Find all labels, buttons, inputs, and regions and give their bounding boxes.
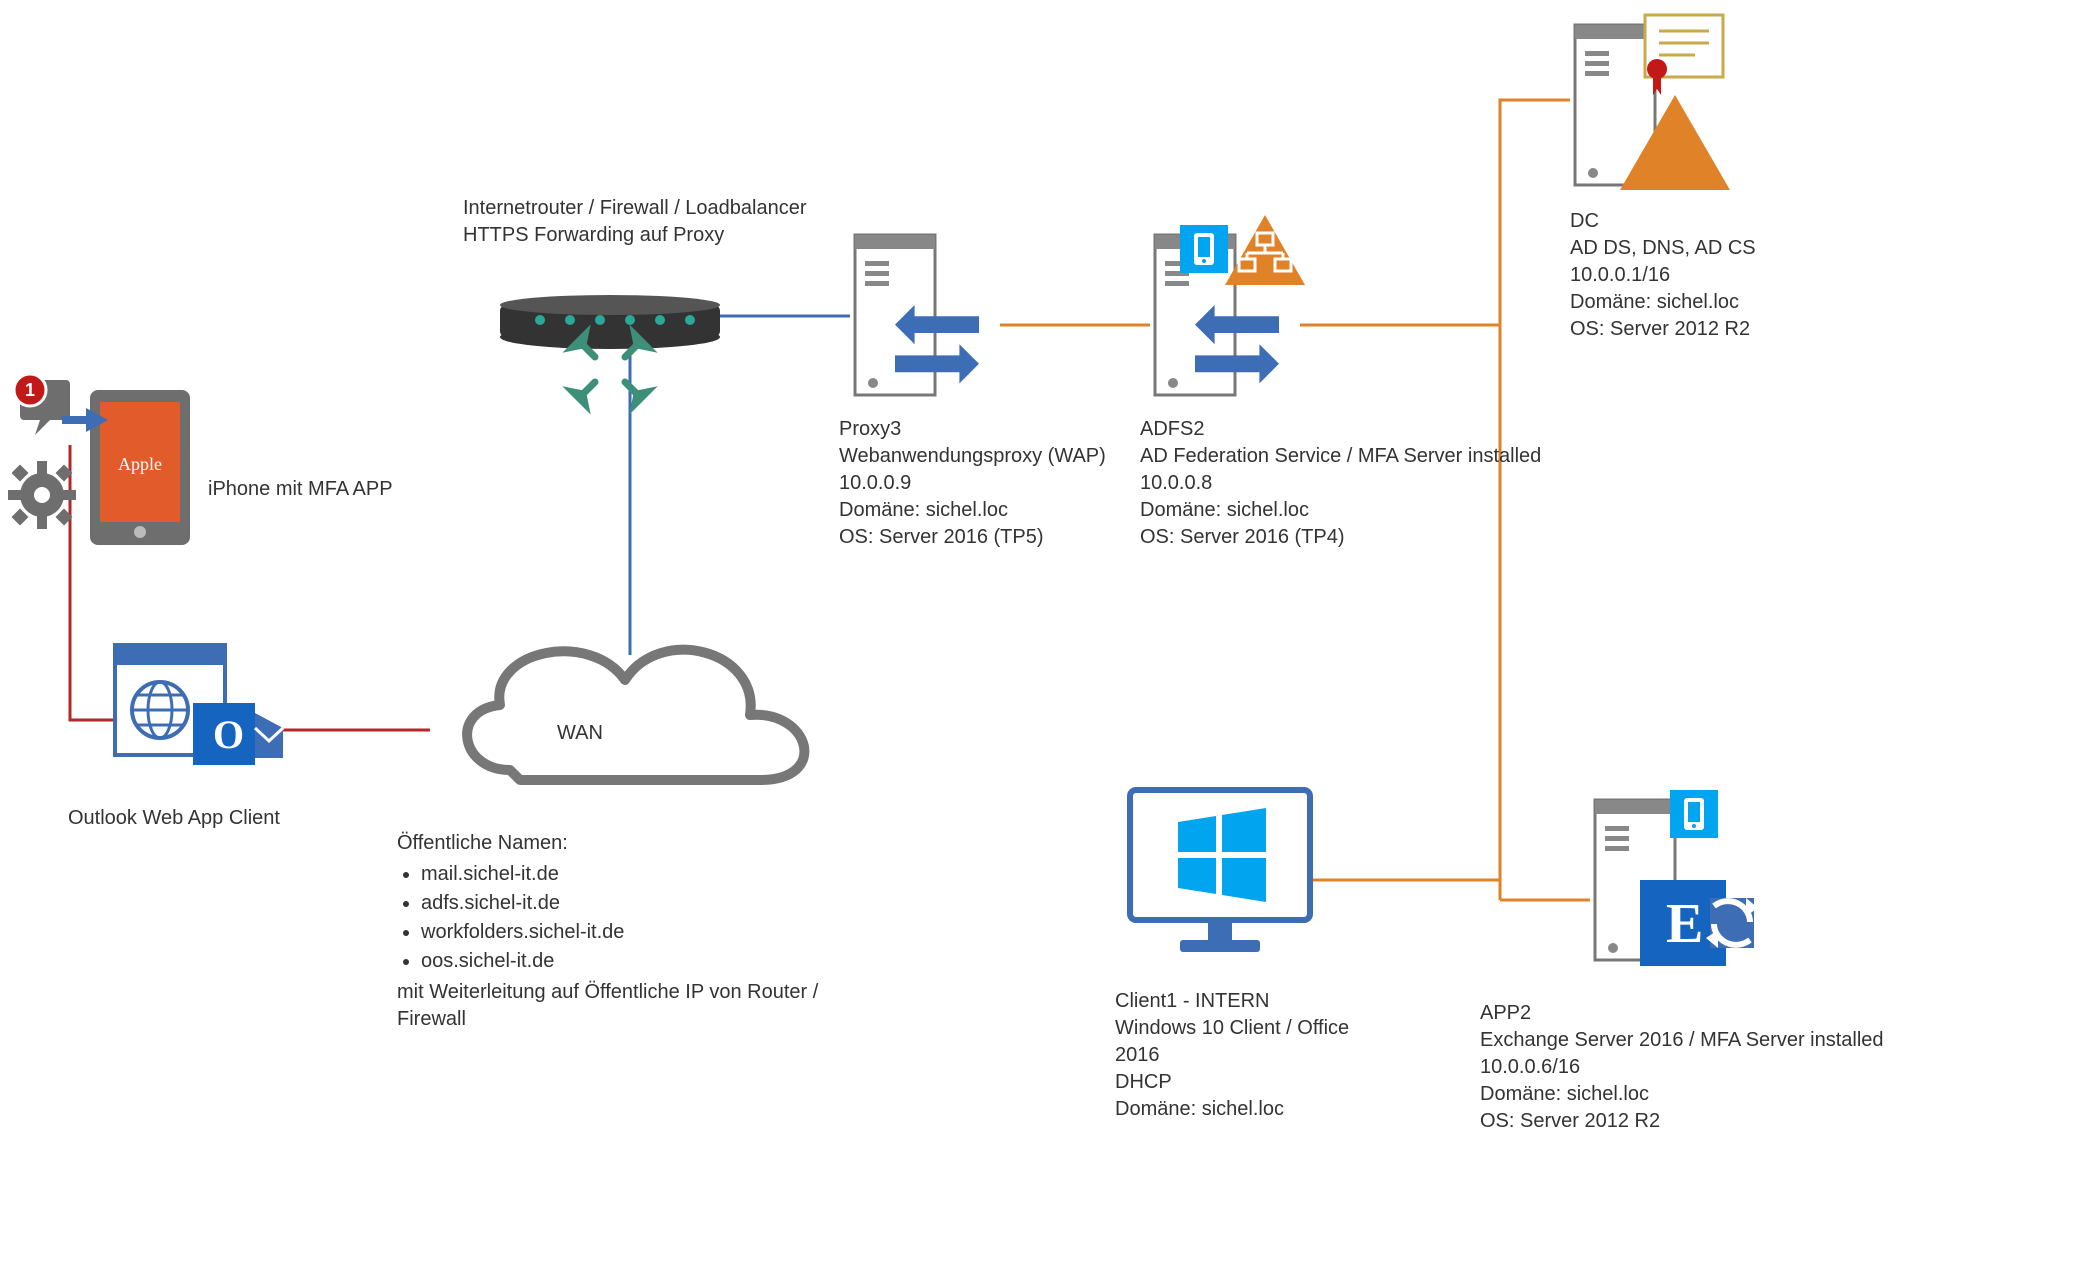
app2-os: OS: Server 2012 R2	[1480, 1108, 2000, 1135]
proxy-ip: 10.0.0.9	[839, 470, 1106, 497]
client-name: Client1 - INTERN	[1115, 988, 1365, 1015]
app2-ip: 10.0.0.6/16	[1480, 1054, 2000, 1081]
client-monitor-icon	[1130, 790, 1310, 952]
iphone-label: iPhone mit MFA APP	[208, 476, 393, 503]
owa-label: Outlook Web App Client	[68, 805, 280, 832]
dc-block: DC AD DS, DNS, AD CS 10.0.0.1/16 Domäne:…	[1570, 208, 1756, 343]
proxy-domain: Domäne: sichel.loc	[839, 497, 1106, 524]
proxy-arrows-icon	[895, 305, 979, 383]
client-ip: DHCP	[1115, 1069, 1365, 1096]
adfs-os: OS: Server 2016 (TP4)	[1140, 524, 1541, 551]
wan-name-1: adfs.sichel-it.de	[421, 890, 847, 917]
wan-forwarding: mit Weiterleitung auf Öffentliche IP von…	[397, 979, 847, 1033]
wan-label: WAN	[557, 720, 603, 747]
wan-name-0: mail.sichel-it.de	[421, 861, 847, 888]
app2-block: APP2 Exchange Server 2016 / MFA Server i…	[1480, 1000, 2000, 1135]
wan-names-heading: Öffentliche Namen:	[397, 830, 847, 857]
router-label: Internetrouter / Firewall / Loadbalancer…	[463, 195, 807, 249]
adfs-block: ADFS2 AD Federation Service / MFA Server…	[1140, 416, 1541, 551]
adfs-ip: 10.0.0.8	[1140, 470, 1541, 497]
adfs-name: ADFS2	[1140, 416, 1541, 443]
dc-os: OS: Server 2012 R2	[1570, 316, 1756, 343]
adfs-domain: Domäne: sichel.loc	[1140, 497, 1541, 524]
dc-name: DC	[1570, 208, 1756, 235]
dc-role: AD DS, DNS, AD CS	[1570, 235, 1756, 262]
router-line2: HTTPS Forwarding auf Proxy	[463, 222, 807, 249]
app2-name: APP2	[1480, 1000, 2000, 1027]
client-domain: Domäne: sichel.loc	[1115, 1096, 1365, 1123]
proxy-block: Proxy3 Webanwendungsproxy (WAP) 10.0.0.9…	[839, 416, 1106, 551]
proxy-name: Proxy3	[839, 416, 1106, 443]
badge-count: 1	[25, 380, 35, 400]
apple-text: Apple	[118, 454, 162, 474]
wan-details: Öffentliche Namen: mail.sichel-it.de adf…	[397, 830, 847, 1033]
app2-domain: Domäne: sichel.loc	[1480, 1081, 2000, 1108]
proxy-role: Webanwendungsproxy (WAP)	[839, 443, 1106, 470]
svg-text:E: E	[1666, 893, 1703, 955]
wan-name-2: workfolders.sichel-it.de	[421, 919, 847, 946]
proxy-os: OS: Server 2016 (TP5)	[839, 524, 1106, 551]
wan-name-3: oos.sichel-it.de	[421, 948, 847, 975]
network-diagram: Internetrouter / Firewall / Loadbalancer…	[0, 0, 2092, 1287]
dc-domain: Domäne: sichel.loc	[1570, 289, 1756, 316]
adfs-role: AD Federation Service / MFA Server insta…	[1140, 443, 1541, 470]
dc-ip: 10.0.0.1/16	[1570, 262, 1756, 289]
client-block: Client1 - INTERN Windows 10 Client / Off…	[1115, 988, 1365, 1123]
app2-role: Exchange Server 2016 / MFA Server instal…	[1480, 1027, 2000, 1054]
adfs-arrows-icon	[1195, 305, 1279, 383]
router-line1: Internetrouter / Firewall / Loadbalancer	[463, 195, 807, 222]
svg-text:O: O	[213, 712, 244, 757]
client-role: Windows 10 Client / Office 2016	[1115, 1015, 1365, 1069]
